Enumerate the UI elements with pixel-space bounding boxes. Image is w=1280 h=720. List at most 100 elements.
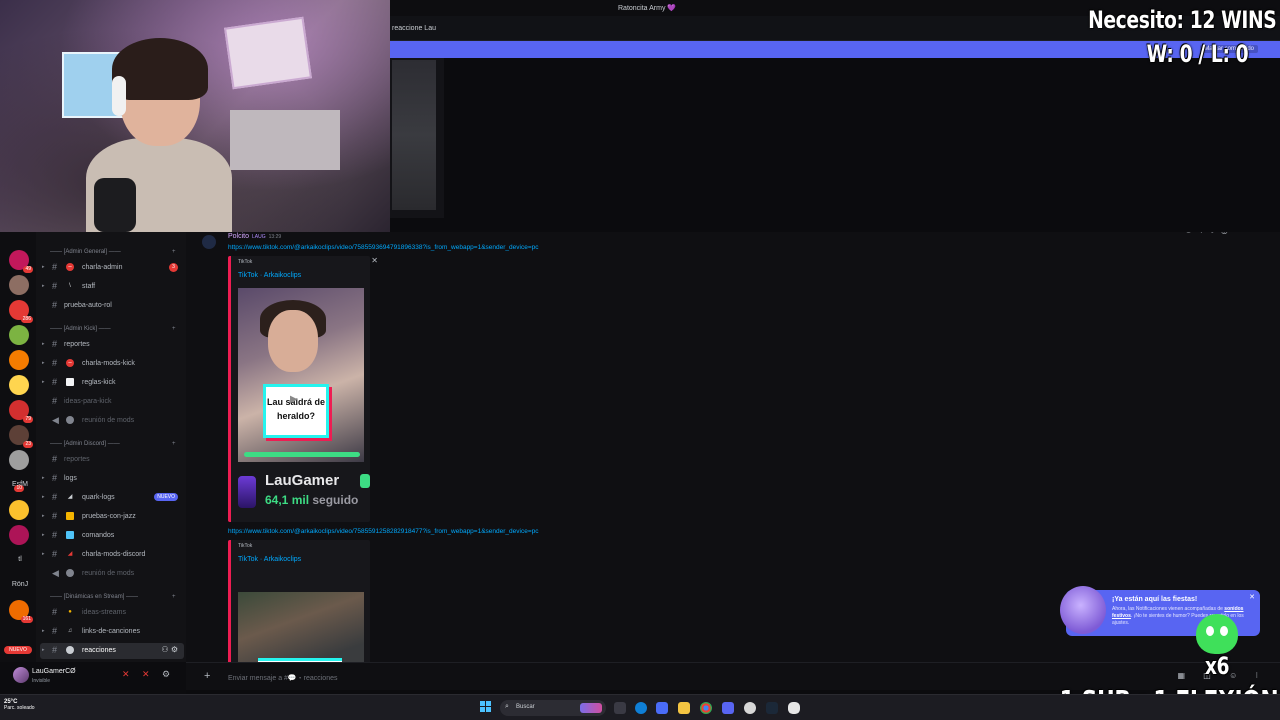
message-author[interactable]: Polcito LAUG 13:29 (228, 233, 281, 240)
speaker-icon: ◀ (52, 568, 59, 578)
category-admin-kick[interactable]: —— [Admin Kick] —— + (50, 326, 176, 332)
message-link-1[interactable]: https://www.tiktok.com/@arkaikoclips/vid… (228, 244, 539, 251)
backslash-icon: \ (69, 283, 71, 289)
weather-widget[interactable]: 25°C Parc. soleado (4, 699, 35, 711)
channel-ideas-para-kick[interactable]: # ideas-para-kick (40, 394, 184, 410)
webcam-feed (0, 0, 390, 232)
add-channel-icon[interactable]: + (172, 326, 176, 332)
windows-start-icon[interactable] (480, 701, 492, 713)
server-icon[interactable] (9, 350, 29, 370)
attach-plus-icon[interactable]: + (204, 670, 210, 682)
server-icon[interactable]: 79 (9, 400, 33, 423)
channel-label: reglas-kick (82, 379, 116, 386)
channel-charla-mods-kick[interactable]: ▸ # – charla-mods-kick (40, 356, 184, 372)
taskbar-search[interactable]: ⌕ Buscar (500, 700, 606, 716)
app-icon[interactable] (656, 702, 668, 714)
hash-icon: # (52, 396, 58, 406)
channel-ideas-streams[interactable]: # ● ideas-streams (40, 605, 184, 621)
file-explorer-icon[interactable] (678, 702, 690, 714)
close-embed-icon[interactable]: ✕ (371, 256, 378, 265)
channel-staff[interactable]: ▸ # \ staff (40, 279, 184, 295)
window-title: Ratoncita Army 💜 (618, 5, 677, 12)
channel-prueba-auto-rol[interactable]: # prueba-auto-rol (40, 298, 184, 314)
hash-icon: # (52, 626, 58, 636)
channel-label: charla-mods-discord (82, 551, 146, 558)
edge-icon[interactable] (635, 702, 647, 714)
server-icon[interactable]: 286 (9, 300, 33, 323)
channel-reacciones[interactable]: ▸ # reacciones ⚇ ⚙ (40, 643, 184, 659)
server-icon[interactable]: 23 (9, 425, 33, 448)
server-icon[interactable] (9, 500, 29, 520)
close-icon[interactable]: ✕ (1249, 593, 1255, 601)
channel-reglas-kick[interactable]: ▸ # reglas-kick (40, 375, 184, 391)
deafen-icon[interactable]: ✕ (142, 669, 150, 680)
server-icon[interactable]: 161 (9, 600, 33, 623)
multiplier-label: x6 (1204, 652, 1230, 680)
category-admin-general[interactable]: —— [Admin General] —— + (50, 249, 176, 255)
category-admin-discord[interactable]: —— [Admin Discord] —— + (50, 441, 176, 447)
server-icon[interactable]: tl (4, 556, 36, 563)
channel-label: staff (82, 283, 96, 290)
channel-logs[interactable]: ▸ # logs (40, 471, 184, 487)
speech-bubble-icon (66, 646, 74, 654)
voice-reunion-de-mods-2[interactable]: ◀ reunión de mods (40, 566, 184, 582)
channel-comandos[interactable]: ▸ # comandos (40, 528, 184, 544)
server-icon[interactable] (9, 525, 29, 545)
clock-icon (66, 569, 74, 577)
settings-gear-icon[interactable]: ⚙ (162, 669, 170, 680)
channel-label: ideas-streams (82, 609, 126, 616)
server-icon[interactable] (9, 375, 29, 395)
message-input[interactable]: Enviar mensaje a #💬・reacciones (228, 673, 338, 683)
channel-settings-icons[interactable]: ⚇ ⚙ (161, 645, 178, 654)
channel-quark-logs[interactable]: ▸ # ◢ quark-logs NUEVO (40, 490, 184, 506)
channel-reportes-kick[interactable]: ▸ # reportes (40, 337, 184, 353)
expand-arrow-icon: ▸ (42, 360, 45, 366)
webcam-whiteboard (224, 16, 312, 90)
streamer-hair (112, 38, 208, 100)
new-server-badge: NUEVO (4, 646, 32, 654)
expand-arrow-icon: ▸ (42, 379, 45, 385)
video-thumbnail[interactable] (238, 592, 364, 662)
channel-links-de-canciones[interactable]: ▸ # ♫ links-de-canciones (40, 624, 184, 640)
microphone (94, 178, 136, 232)
server-icon[interactable] (9, 325, 29, 345)
headset (112, 76, 126, 116)
app-icon-2[interactable] (744, 702, 756, 714)
avatar[interactable] (13, 667, 29, 683)
embed-title[interactable]: TikTok · Arkaikoclips (238, 272, 301, 279)
chrome-icon[interactable] (700, 702, 712, 714)
channel-label: comandos (82, 532, 115, 539)
add-channel-icon[interactable]: + (172, 249, 176, 255)
category-dinamicas-en-stream[interactable]: —— [Dinámicas en Stream] —— + (50, 594, 176, 600)
voice-reunion-de-mods-1[interactable]: ◀ reunión de mods (40, 413, 184, 429)
expand-arrow-icon: ▸ (42, 532, 45, 538)
expand-arrow-icon: ▸ (42, 341, 45, 347)
channel-pruebas-con-jazz[interactable]: ▸ # pruebas-con-jazz (40, 509, 184, 525)
channel-logo (238, 476, 256, 508)
embed-title[interactable]: TikTok · Arkaikoclips (238, 556, 301, 563)
verified-badge-icon (360, 474, 370, 488)
channel-reportes-discord[interactable]: # reportes (40, 452, 184, 468)
server-icon[interactable]: 49 (9, 250, 33, 273)
add-channel-icon[interactable]: + (172, 441, 176, 447)
discord-icon[interactable] (722, 702, 734, 714)
category-label: [Admin Discord] (63, 441, 107, 447)
hash-icon: # (52, 607, 58, 617)
channel-charla-mods-discord[interactable]: ▸ # ◢ charla-mods-discord (40, 547, 184, 563)
author-name[interactable]: Polcito (228, 233, 249, 240)
task-view-icon[interactable] (614, 702, 626, 714)
play-icon[interactable]: ▶ (290, 394, 298, 405)
app-icon-3[interactable] (788, 702, 800, 714)
mic-muted-icon[interactable]: ✕ (122, 669, 130, 680)
lightbulb-icon: ● (68, 609, 72, 615)
add-channel-icon[interactable]: + (172, 594, 176, 600)
server-icon[interactable]: RönJ (4, 581, 36, 588)
message-actions-toolbar[interactable]: ☺ ♥ ● ◎ ↶ ↷ ⋯ (1185, 232, 1270, 235)
server-icon[interactable] (9, 275, 29, 295)
steam-icon[interactable] (766, 702, 778, 714)
video-thumbnail[interactable]: Lau saldrá de heraldo? ▶ (238, 288, 364, 462)
channel-charla-admin[interactable]: ▸ # – charla-admin 3 (40, 260, 184, 276)
message-link-2[interactable]: https://www.tiktok.com/@arkaikoclips/vid… (228, 528, 539, 535)
server-icon[interactable] (9, 450, 29, 470)
author-avatar[interactable] (202, 235, 216, 249)
